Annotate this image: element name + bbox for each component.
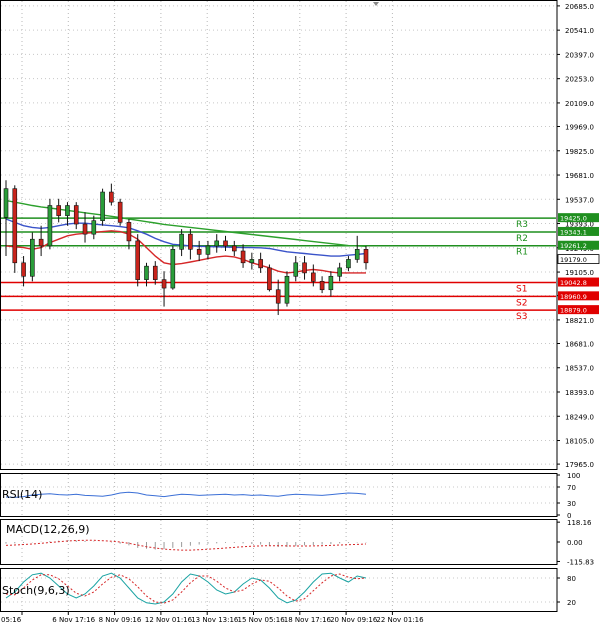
y-tick-label: -115.83	[567, 558, 594, 566]
candle-body	[170, 249, 176, 289]
level-label-r2: R2	[516, 234, 528, 244]
candle-body	[328, 275, 334, 291]
candle-body	[144, 265, 149, 280]
x-tick-label: 15 Nov 05:16	[238, 616, 286, 624]
y-tick-label: 17965.0	[565, 461, 594, 469]
level-label-r1: R1	[516, 248, 528, 258]
level-price-label: 19042.8	[560, 279, 587, 287]
candle-body	[65, 205, 70, 216]
candle-body	[179, 233, 184, 250]
candle-body	[38, 238, 44, 247]
x-tick-label: 6 Nov 17:16	[52, 616, 95, 624]
candle-body	[284, 275, 290, 304]
rsi-label: RSI(14)	[2, 488, 42, 501]
candle-body	[117, 201, 123, 223]
x-tick-label: 20 Nov 09:16	[330, 616, 378, 624]
level-price-label: 19261.2	[560, 242, 587, 250]
y-tick-label: 100	[567, 472, 580, 480]
y-tick-label: 0.00	[567, 539, 583, 547]
y-tick-label: 19537.0	[565, 196, 594, 204]
y-tick-label: 20541.0	[565, 27, 594, 35]
candle-body	[196, 249, 202, 255]
y-tick-label: 18821.0	[565, 317, 594, 325]
x-tick-label: 12 Nov 01:16	[145, 616, 193, 624]
candle-body	[337, 267, 342, 277]
candle-body	[223, 240, 228, 247]
candle-body	[240, 250, 246, 264]
candle-body	[311, 272, 316, 282]
y-tick-label: 80	[567, 575, 576, 583]
current-price-label: 19179.0	[560, 256, 587, 264]
level-price-label: 18960.9	[560, 293, 587, 301]
candle-body	[231, 245, 237, 252]
candle-body	[293, 262, 299, 277]
candle-body	[82, 223, 88, 235]
candle-body	[152, 265, 158, 280]
x-tick-label: 18 Nov 17:16	[284, 616, 332, 624]
candle-body	[135, 240, 141, 280]
level-label-r3: R3	[516, 220, 528, 230]
level-label-s3: S3	[516, 312, 527, 322]
y-tick-label: 18393.0	[565, 389, 594, 397]
candle-body	[302, 262, 307, 274]
panel-frame-price	[0, 0, 558, 470]
y-tick-label: 18681.0	[565, 340, 594, 348]
y-tick-label: 30	[567, 500, 576, 508]
candle-body	[100, 191, 105, 221]
y-tick-label: 118.16	[567, 519, 592, 527]
y-tick-label: 20	[567, 599, 576, 607]
level-price-label: 19343.1	[560, 228, 587, 236]
y-tick-label: 19969.0	[565, 124, 594, 132]
candle-body	[188, 233, 193, 250]
y-tick-label: 20109.0	[565, 100, 594, 108]
y-tick-label: 20685.0	[565, 3, 594, 11]
level-price-label: 18879.0	[560, 307, 587, 315]
candle-body	[346, 259, 351, 269]
candle-body	[109, 191, 114, 203]
y-tick-label: 19681.0	[565, 172, 594, 180]
y-tick-label: 19825.0	[565, 148, 594, 156]
y-tick-label: 70	[567, 484, 576, 492]
candle-body	[3, 188, 9, 218]
candle-body	[275, 289, 281, 304]
y-tick-label: 18249.0	[565, 413, 594, 421]
chart-canvas: 20685.0 20541.0 20397.0 20253.0 20109.0 19969…	[0, 0, 600, 624]
candle-body	[319, 281, 325, 291]
candle-body	[12, 188, 18, 264]
candle-body	[91, 220, 97, 235]
candle-body	[258, 259, 263, 269]
candle-body	[47, 205, 53, 247]
level-label-s2: S2	[516, 298, 527, 308]
level-price-label: 19425.0	[560, 215, 587, 223]
candle-body	[30, 238, 35, 277]
candle-body	[267, 267, 272, 291]
x-tick-label: 8 Nov 09:16	[99, 616, 142, 624]
y-tick-label: 20253.0	[565, 76, 594, 84]
y-tick-label: 18537.0	[565, 365, 594, 373]
candle-body	[126, 222, 132, 242]
candle-body	[214, 240, 220, 247]
candle-body	[21, 262, 26, 277]
x-tick-label: 22 Nov 01:16	[376, 616, 424, 624]
candle-body	[73, 205, 79, 225]
x-tick-label: 05:16	[1, 616, 22, 624]
candle-body	[354, 249, 360, 260]
macd-label: MACD(12,26,9)	[6, 523, 90, 536]
y-tick-label: 19105.0	[565, 269, 594, 277]
y-tick-label: 20397.0	[565, 51, 594, 59]
stoch-label: Stoch(9,6,3)	[2, 584, 70, 597]
y-tick-label: 18105.0	[565, 438, 594, 446]
panel-frame-stoch	[0, 568, 558, 612]
trading-chart-window: 20685.0 20541.0 20397.0 20253.0 20109.0 19969…	[0, 0, 600, 626]
candle-body	[161, 279, 167, 289]
candle-body	[56, 205, 61, 216]
level-label-s1: S1	[516, 285, 527, 295]
candle-body	[205, 245, 211, 255]
x-tick-label: 13 Nov 13:16	[191, 616, 239, 624]
candle-body	[363, 249, 369, 264]
candle-body	[249, 259, 255, 264]
